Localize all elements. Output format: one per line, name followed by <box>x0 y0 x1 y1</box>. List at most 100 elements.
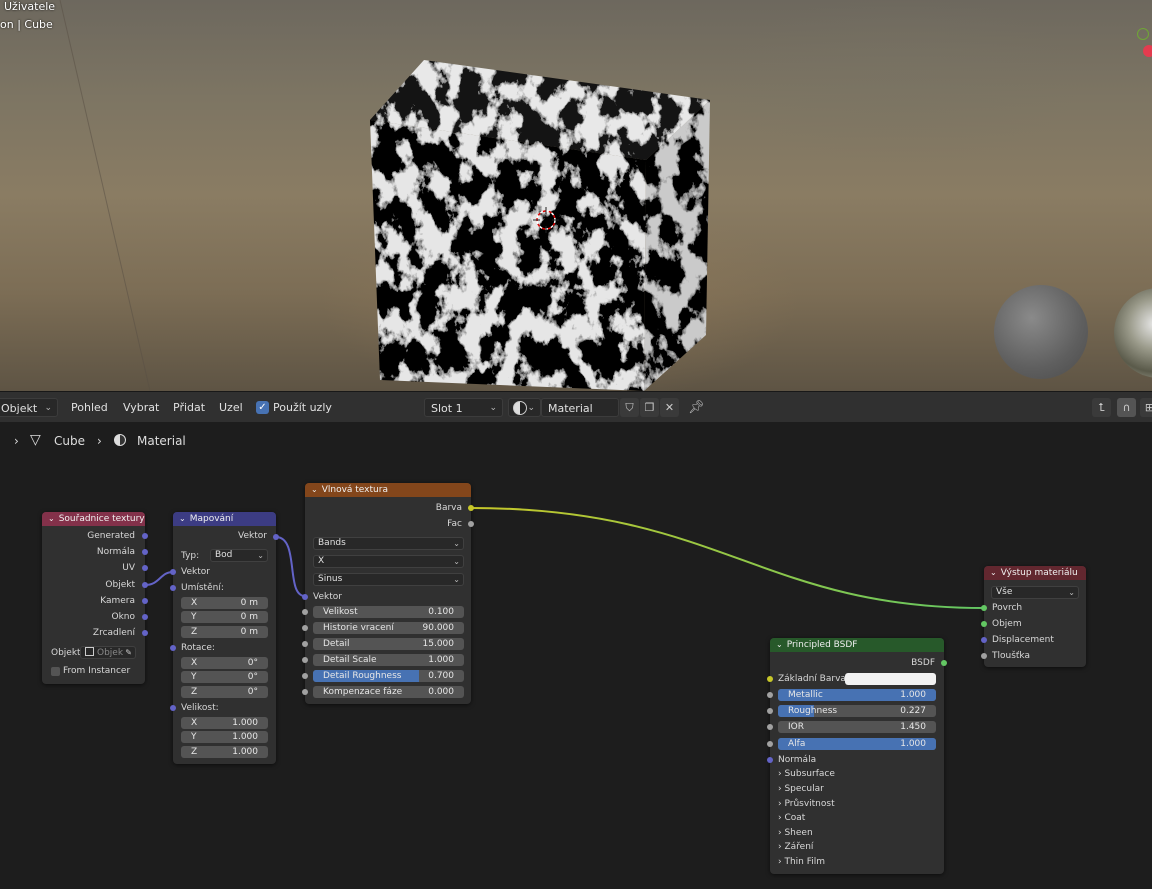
panel-transmission[interactable]: › Průsvitnost <box>778 798 835 810</box>
socket-thickness[interactable] <box>981 653 987 659</box>
thickness-label: Tloušťka <box>992 651 1030 661</box>
output-color-label: Barva <box>435 503 462 513</box>
scale-z-field[interactable]: Z 1.000 <box>181 746 268 758</box>
socket-vector-in[interactable] <box>302 594 308 600</box>
location-label: Umístění: <box>181 583 224 593</box>
socket-color-out[interactable] <box>468 505 474 511</box>
axis-label: Z <box>191 687 198 697</box>
socket-vector-out[interactable] <box>273 534 279 540</box>
axis-label: Z <box>191 627 198 637</box>
collapse-chevron-icon[interactable]: ⌄ <box>990 566 997 580</box>
output-uv: UV <box>122 563 135 573</box>
field-value: 1.000 <box>232 732 258 742</box>
socket-scale[interactable] <box>170 705 176 711</box>
output-object: Objekt <box>105 580 135 590</box>
panel-label: Průsvitnost <box>784 799 835 809</box>
field-value: 0.000 <box>428 687 454 697</box>
collapse-chevron-icon[interactable]: ⌄ <box>311 483 318 497</box>
socket-volume[interactable] <box>981 621 987 627</box>
panel-coat[interactable]: › Coat <box>778 812 805 824</box>
scale-field[interactable]: Velikost 0.100 <box>313 606 464 618</box>
rotation-label: Rotace: <box>181 643 215 653</box>
detail-field[interactable]: Detail 15.000 <box>313 638 464 650</box>
output-normal: Normála <box>96 547 135 557</box>
socket-detail-scale[interactable] <box>302 657 308 663</box>
node-title: Souřadnice textury <box>58 514 145 524</box>
rotation-x-field[interactable]: X 0° <box>181 657 268 669</box>
socket-uv[interactable] <box>142 565 148 571</box>
principled-bsdf-header[interactable]: ⌄ Principled BSDF <box>770 638 944 652</box>
socket-displacement[interactable] <box>981 637 987 643</box>
socket-generated[interactable] <box>142 533 148 539</box>
socket-fac-out[interactable] <box>468 521 474 527</box>
from-instancer-label: From Instancer <box>63 666 131 676</box>
texture-coordinate-header[interactable]: ⌄ Souřadnice textury <box>42 512 145 526</box>
phase-offset-field[interactable]: Kompenzace fáze 0.000 <box>313 686 464 698</box>
socket-roughness[interactable] <box>767 708 773 714</box>
distortion-field[interactable]: Historie vracení 90.000 <box>313 622 464 634</box>
field-value: 0° <box>247 687 258 697</box>
rotation-z-field[interactable]: Z 0° <box>181 686 268 698</box>
socket-camera[interactable] <box>142 598 148 604</box>
from-instancer-checkbox[interactable] <box>51 667 60 676</box>
socket-vector-in[interactable] <box>170 569 176 575</box>
mapping-header[interactable]: ⌄ Mapování <box>173 512 276 526</box>
socket-alpha[interactable] <box>767 741 773 747</box>
collapse-chevron-icon[interactable]: ⌄ <box>179 512 186 526</box>
socket-distortion[interactable] <box>302 625 308 631</box>
socket-bsdf-out[interactable] <box>941 660 947 666</box>
socket-surface[interactable] <box>981 605 987 611</box>
texture-coordinate-node[interactable]: ⌄ Souřadnice textury Generated Normála UV… <box>42 512 148 684</box>
location-z-field[interactable]: Z 0 m <box>181 626 268 638</box>
panel-sheen[interactable]: › Sheen <box>778 827 813 839</box>
socket-detail[interactable] <box>302 641 308 647</box>
panel-subsurface[interactable]: › Subsurface <box>778 768 835 780</box>
socket-normal[interactable] <box>767 757 773 763</box>
wave-texture-node[interactable]: ⌄ Vlnová textura Barva Fac Bands ⌄ X ⌄ Sinu… <box>302 483 474 704</box>
collapse-chevron-icon[interactable]: ⌄ <box>48 512 55 526</box>
socket-scale[interactable] <box>302 609 308 615</box>
panel-thin-film[interactable]: › Thin Film <box>778 856 825 868</box>
mapping-node[interactable]: ⌄ Mapování Vektor Typ: Bod ⌄ Vektor Umístě… <box>170 512 279 764</box>
socket-reflection[interactable] <box>142 630 148 636</box>
axis-label: Z <box>191 747 198 757</box>
profile-dropdown[interactable]: Sinus ⌄ <box>313 573 464 586</box>
object-picker-field[interactable]: Objek ✎ <box>80 646 136 659</box>
panel-specular[interactable]: › Specular <box>778 783 824 795</box>
rotation-y-field[interactable]: Y 0° <box>181 671 268 683</box>
socket-window[interactable] <box>142 614 148 620</box>
panel-emission[interactable]: › Záření <box>778 841 813 853</box>
scale-y-field[interactable]: Y 1.000 <box>181 731 268 743</box>
principled-bsdf-node[interactable]: ⌄ Principled BSDF BSDF Základní Barva Met… <box>767 638 947 874</box>
detail-scale-field[interactable]: Detail Scale 1.000 <box>313 654 464 666</box>
base-color-swatch[interactable] <box>845 673 936 685</box>
roughness-field[interactable]: Roughness 0.227 <box>778 705 936 717</box>
socket-metallic[interactable] <box>767 692 773 698</box>
material-output-node[interactable]: ⌄ Výstup materiálu Vše ⌄ Povrch Objem Disp… <box>981 566 1086 667</box>
metallic-field[interactable]: Metallic 1.000 <box>778 689 936 701</box>
wave-type-dropdown[interactable]: Bands ⌄ <box>313 537 464 550</box>
socket-base-color[interactable] <box>767 676 773 682</box>
direction-dropdown[interactable]: X ⌄ <box>313 555 464 568</box>
ior-field[interactable]: IOR 1.450 <box>778 721 936 733</box>
socket-detail-roughness[interactable] <box>302 673 308 679</box>
socket-rotation[interactable] <box>170 645 176 651</box>
material-output-header[interactable]: ⌄ Výstup materiálu <box>984 566 1086 580</box>
detail-roughness-field[interactable]: Detail Roughness 0.700 <box>313 670 464 682</box>
socket-object[interactable] <box>142 582 148 588</box>
socket-normal[interactable] <box>142 549 148 555</box>
socket-location[interactable] <box>170 585 176 591</box>
node-title: Výstup materiálu <box>1000 568 1078 578</box>
location-x-field[interactable]: X 0 m <box>181 597 268 609</box>
socket-phase-offset[interactable] <box>302 689 308 695</box>
eyedropper-icon[interactable]: ✎ <box>125 647 132 658</box>
collapse-chevron-icon[interactable]: ⌄ <box>776 638 783 652</box>
scale-x-field[interactable]: X 1.000 <box>181 717 268 729</box>
alpha-field[interactable]: Alfa 1.000 <box>778 738 936 750</box>
location-y-field[interactable]: Y 0 m <box>181 611 268 623</box>
wave-texture-header[interactable]: ⌄ Vlnová textura <box>305 483 471 497</box>
link-wave-color-to-surface <box>470 507 985 609</box>
output-target-dropdown[interactable]: Vše ⌄ <box>991 586 1079 599</box>
socket-ior[interactable] <box>767 724 773 730</box>
mapping-type-dropdown[interactable]: Bod ⌄ <box>210 549 268 562</box>
